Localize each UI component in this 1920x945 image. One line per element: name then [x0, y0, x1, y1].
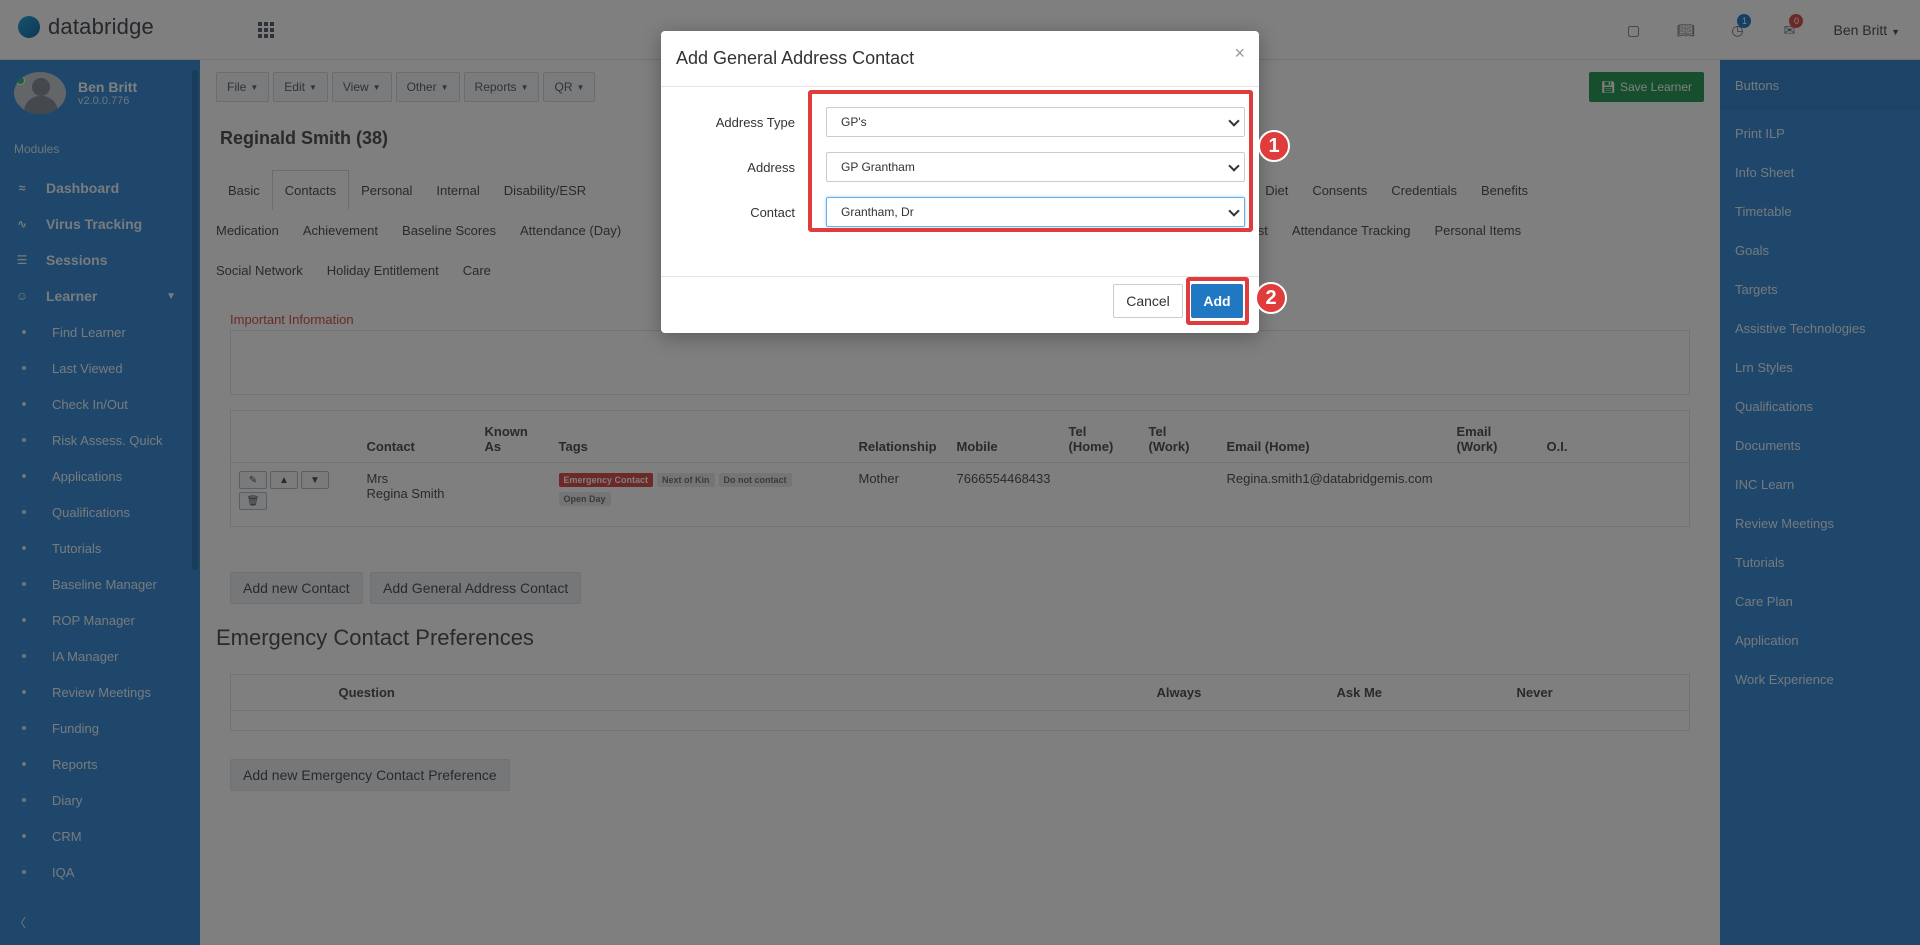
- address-label: Address: [747, 159, 795, 175]
- cancel-button[interactable]: Cancel: [1113, 284, 1183, 318]
- highlight-box-add-button: [1186, 277, 1249, 325]
- address-type-label: Address Type: [715, 114, 795, 130]
- callout-step-2: 2: [1255, 282, 1287, 314]
- modal-header: Add General Address Contact ×: [661, 31, 1259, 87]
- highlight-box-form-fields: [808, 90, 1253, 232]
- close-icon[interactable]: ×: [1234, 43, 1245, 64]
- modal-title: Add General Address Contact: [676, 48, 915, 68]
- callout-step-1: 1: [1258, 130, 1290, 162]
- contact-label: Contact: [750, 204, 795, 220]
